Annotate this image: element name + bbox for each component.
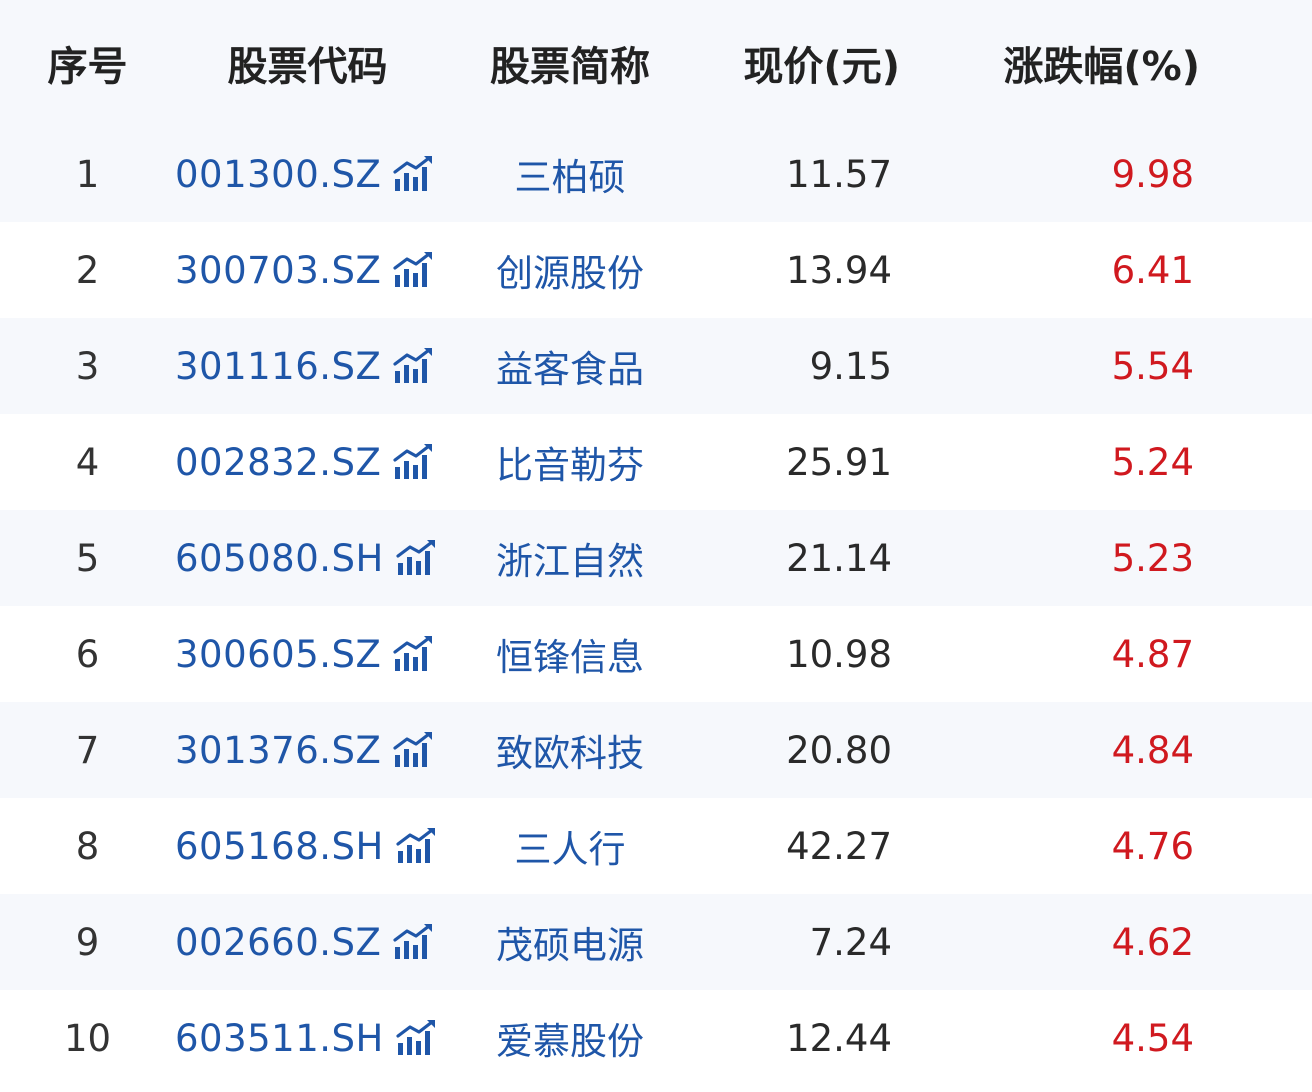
header-index: 序号 xyxy=(47,44,128,90)
stock-code-link[interactable]: 001300.SZ xyxy=(175,153,381,196)
stock-code-cell: 301376.SZ xyxy=(175,729,440,772)
trend-chart-icon[interactable] xyxy=(393,635,435,673)
row-index: 1 xyxy=(75,152,100,196)
trend-chart-icon[interactable] xyxy=(393,347,435,385)
stock-name[interactable]: 致欧科技 xyxy=(440,723,700,777)
stock-name[interactable]: 三柏硕 xyxy=(440,147,700,201)
header-price: 现价(元) xyxy=(743,44,900,90)
stock-code-link[interactable]: 002660.SZ xyxy=(175,921,381,964)
header-name: 股票简称 xyxy=(490,44,650,90)
row-index: 6 xyxy=(75,632,100,676)
table-row[interactable]: 5 605080.SH 浙江自然 21.14 5.23 xyxy=(0,510,1312,606)
table-row[interactable]: 7 301376.SZ 致欧科技 20.80 4.84 xyxy=(0,702,1312,798)
stock-name[interactable]: 茂硕电源 xyxy=(440,915,700,969)
row-index: 8 xyxy=(75,824,100,868)
stock-code-link[interactable]: 300703.SZ xyxy=(175,249,381,292)
change-percent: 4.87 xyxy=(1111,632,1194,676)
table-row[interactable]: 2 300703.SZ 创源股份 13.94 6.41 xyxy=(0,222,1312,318)
stock-code-cell: 605080.SH xyxy=(175,537,440,580)
stock-code-link[interactable]: 605080.SH xyxy=(175,537,384,580)
current-price: 11.57 xyxy=(786,152,892,196)
change-percent: 9.98 xyxy=(1111,152,1194,196)
current-price: 7.24 xyxy=(809,920,892,964)
trend-chart-icon[interactable] xyxy=(393,251,435,289)
change-percent: 4.84 xyxy=(1111,728,1194,772)
row-index: 9 xyxy=(75,920,100,964)
change-percent: 6.41 xyxy=(1111,248,1194,292)
stock-code-cell: 002832.SZ xyxy=(175,441,440,484)
current-price: 21.14 xyxy=(786,536,892,580)
trend-chart-icon[interactable] xyxy=(396,1019,438,1057)
row-index: 4 xyxy=(75,440,100,484)
table-row[interactable]: 10 603511.SH 爱慕股份 12.44 4.54 xyxy=(0,990,1312,1086)
table-row[interactable]: 3 301116.SZ 益客食品 9.15 5.54 xyxy=(0,318,1312,414)
current-price: 42.27 xyxy=(786,824,892,868)
row-index: 3 xyxy=(75,344,100,388)
stock-code-cell: 002660.SZ xyxy=(175,921,440,964)
stock-code-cell: 001300.SZ xyxy=(175,153,440,196)
header-change: 涨跌幅(%) xyxy=(1003,44,1200,90)
current-price: 9.15 xyxy=(809,344,892,388)
change-percent: 4.76 xyxy=(1111,824,1194,868)
change-percent: 5.23 xyxy=(1111,536,1194,580)
table-row[interactable]: 1 001300.SZ 三柏硕 11.57 9.98 xyxy=(0,126,1312,222)
current-price: 25.91 xyxy=(786,440,892,484)
table-row[interactable]: 8 605168.SH 三人行 42.27 4.76 xyxy=(0,798,1312,894)
table-row[interactable]: 9 002660.SZ 茂硕电源 7.24 4.62 xyxy=(0,894,1312,990)
current-price: 20.80 xyxy=(786,728,892,772)
stock-code-cell: 603511.SH xyxy=(175,1017,440,1060)
stock-code-cell: 301116.SZ xyxy=(175,345,440,388)
current-price: 13.94 xyxy=(786,248,892,292)
row-index: 5 xyxy=(75,536,100,580)
stock-code-cell: 605168.SH xyxy=(175,825,440,868)
stock-code-link[interactable]: 605168.SH xyxy=(175,825,384,868)
trend-chart-icon[interactable] xyxy=(396,827,438,865)
stock-code-link[interactable]: 301376.SZ xyxy=(175,729,381,772)
current-price: 10.98 xyxy=(786,632,892,676)
trend-chart-icon[interactable] xyxy=(396,539,438,577)
trend-chart-icon[interactable] xyxy=(393,155,435,193)
table-row[interactable]: 4 002832.SZ 比音勒芬 25.91 5.24 xyxy=(0,414,1312,510)
table-row[interactable]: 6 300605.SZ 恒锋信息 10.98 4.87 xyxy=(0,606,1312,702)
stock-code-link[interactable]: 300605.SZ xyxy=(175,633,381,676)
stock-name[interactable]: 三人行 xyxy=(440,819,700,873)
trend-chart-icon[interactable] xyxy=(393,923,435,961)
trend-chart-icon[interactable] xyxy=(393,731,435,769)
stock-name[interactable]: 比音勒芬 xyxy=(440,435,700,489)
stock-name[interactable]: 浙江自然 xyxy=(440,531,700,585)
stock-table: 序号 股票代码 股票简称 现价(元) 涨跌幅(%) 1 001300.SZ 三柏… xyxy=(0,0,1312,1086)
stock-code-link[interactable]: 603511.SH xyxy=(175,1017,384,1060)
current-price: 12.44 xyxy=(786,1016,892,1060)
stock-code-cell: 300703.SZ xyxy=(175,249,440,292)
stock-name[interactable]: 爱慕股份 xyxy=(440,1011,700,1065)
change-percent: 5.54 xyxy=(1111,344,1194,388)
row-index: 10 xyxy=(63,1016,112,1060)
header-code: 股票代码 xyxy=(227,44,388,90)
change-percent: 5.24 xyxy=(1111,440,1194,484)
stock-name[interactable]: 益客食品 xyxy=(440,339,700,393)
stock-code-cell: 300605.SZ xyxy=(175,633,440,676)
table-header: 序号 股票代码 股票简称 现价(元) 涨跌幅(%) xyxy=(0,0,1312,126)
change-percent: 4.54 xyxy=(1111,1016,1194,1060)
row-index: 7 xyxy=(75,728,100,772)
change-percent: 4.62 xyxy=(1111,920,1194,964)
trend-chart-icon[interactable] xyxy=(393,443,435,481)
stock-name[interactable]: 恒锋信息 xyxy=(440,627,700,681)
stock-name[interactable]: 创源股份 xyxy=(440,243,700,297)
stock-code-link[interactable]: 301116.SZ xyxy=(175,345,381,388)
row-index: 2 xyxy=(75,248,100,292)
stock-code-link[interactable]: 002832.SZ xyxy=(175,441,381,484)
